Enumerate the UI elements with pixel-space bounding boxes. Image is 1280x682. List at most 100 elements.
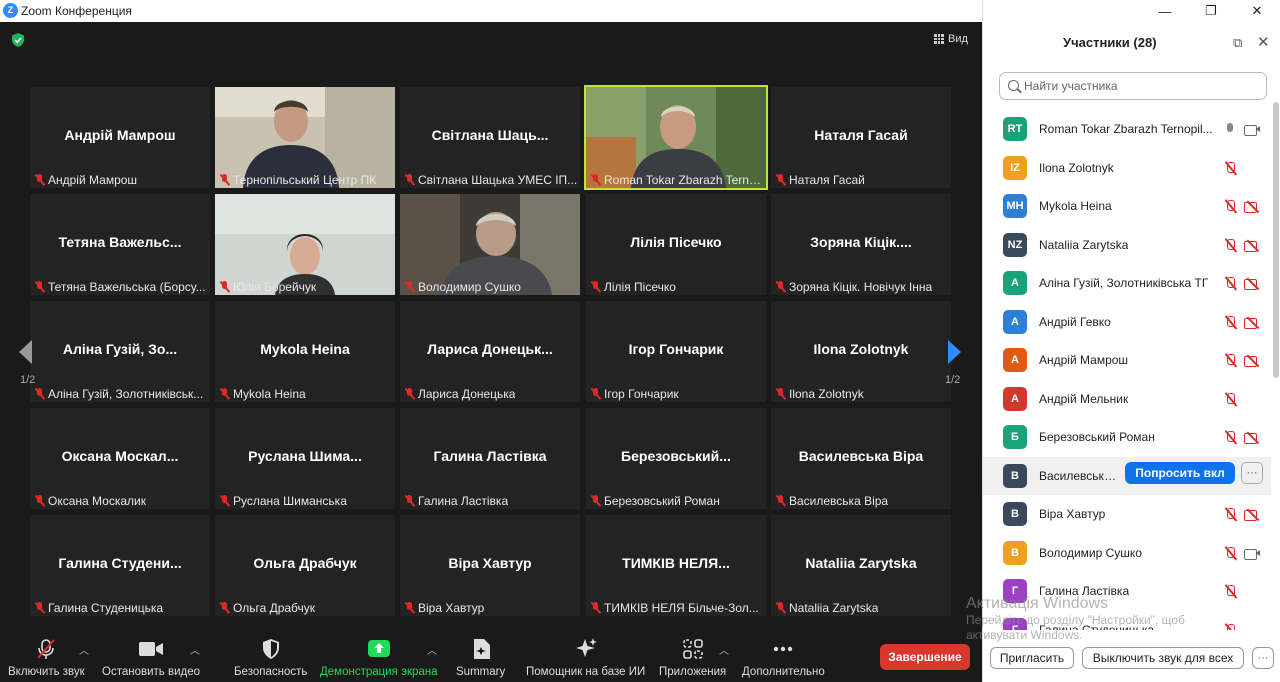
participant-video-tile[interactable]: Ольга Драбчук Ольга Драбчук: [215, 515, 395, 616]
mic-muted-icon[interactable]: [1223, 161, 1237, 175]
participant-video-tile[interactable]: Аліна Гузій, Зо... Аліна Гузій, Золотникі…: [30, 301, 210, 402]
participant-video-tile[interactable]: Володимир Сушко: [400, 194, 580, 295]
mic-muted-icon[interactable]: [1223, 353, 1237, 367]
participant-row[interactable]: Б Березовський Роман: [983, 418, 1271, 456]
security-button[interactable]: Безопасность: [234, 638, 307, 678]
tile-caption: Лілія Пісечко: [590, 279, 676, 294]
panel-more-button[interactable]: ···: [1252, 647, 1274, 669]
video-off-icon: [1244, 354, 1260, 367]
participant-video-tile[interactable]: Тернопільський Центр ПК: [215, 87, 395, 188]
popout-icon[interactable]: ⧉: [1233, 35, 1242, 51]
participant-row[interactable]: IZ Ilona Zolotnyk: [983, 149, 1271, 187]
avatar: А: [1003, 386, 1027, 411]
participant-row[interactable]: RT Roman Tokar Zbarazh Ternopil...: [983, 110, 1271, 148]
video-camera-icon: [1244, 123, 1260, 136]
participant-video-tile[interactable]: Галина Студени... Галина Студеницька: [30, 515, 210, 616]
mic-muted-icon[interactable]: [1223, 546, 1237, 560]
mic-muted-icon: [404, 387, 415, 400]
tile-caption: Nataliia Zarytska: [775, 600, 878, 615]
search-participant-input[interactable]: Найти участника: [999, 72, 1267, 100]
participant-video-tile[interactable]: Руслана Шима... Руслана Шиманська: [215, 408, 395, 509]
participant-row[interactable]: В Василевська ... Попросить вкл ···: [983, 456, 1271, 495]
participant-video-tile[interactable]: Юлія Борейчук: [215, 194, 395, 295]
participant-row[interactable]: А Аліна Гузій, Золотниківська ТГ: [983, 264, 1271, 302]
mic-muted-icon[interactable]: [1223, 199, 1237, 213]
participant-more-button[interactable]: ···: [1241, 461, 1263, 484]
shield-icon[interactable]: [11, 33, 25, 47]
participant-video-tile[interactable]: Зоряна Кіцік.... Зоряна Кіцік. Новічук Ін…: [771, 194, 951, 295]
tile-caption: Світлана Шацька УМЕС ІП...: [404, 172, 577, 187]
tile-caption-name: Ольга Драбчук: [233, 600, 316, 615]
participant-row[interactable]: А Андрій Мамрош: [983, 341, 1271, 379]
watermark-line-2: Перейдіть до розділу "Настройки", щоб: [966, 613, 1185, 627]
tile-caption: Андрій Мамрош: [34, 172, 137, 187]
ai-assistant-button[interactable]: Помощник на базе ИИ: [526, 638, 645, 678]
participant-row[interactable]: А Андрій Мельник: [983, 380, 1271, 418]
participant-row[interactable]: В Віра Хавтур: [983, 495, 1271, 533]
summary-document-icon: [473, 639, 490, 659]
share-screen-button[interactable]: Демонстрация экрана: [320, 638, 438, 678]
ask-to-unmute-button[interactable]: Попросить вкл: [1125, 461, 1235, 484]
end-meeting-button[interactable]: Завершение: [880, 644, 970, 670]
apps-button[interactable]: Приложения: [659, 638, 726, 678]
participant-video-tile[interactable]: Ігор Гончарик Ігор Гончарик: [586, 301, 766, 402]
audio-options-chevron-icon[interactable]: ︿: [79, 642, 89, 657]
participant-video-tile[interactable]: Лілія Пісечко Лілія Пісечко: [586, 194, 766, 295]
participant-video-tile[interactable]: Андрій Мамрош Андрій Мамрош: [30, 87, 210, 188]
mic-muted-icon[interactable]: [1223, 584, 1237, 598]
summary-button[interactable]: Summary: [456, 638, 505, 678]
tile-caption-name: Лариса Донецька: [418, 386, 516, 401]
participants-panel: — ❐ ✕ Участники (28) ⧉ ✕ Найти участника…: [982, 0, 1280, 682]
close-panel-icon[interactable]: ✕: [1257, 33, 1270, 51]
video-options-chevron-icon[interactable]: ︿: [190, 642, 200, 657]
scrollbar[interactable]: [1273, 102, 1279, 378]
tile-caption-name: ТИМКІВ НЕЛЯ Більче-Зол...: [604, 600, 759, 615]
participant-video-tile[interactable]: Roman Tokar Zbarazh Ternopi...: [584, 85, 768, 190]
view-button[interactable]: Вид: [934, 33, 968, 45]
sparkle-icon: [575, 638, 597, 657]
apps-options-chevron-icon[interactable]: ︿: [719, 642, 729, 657]
participant-video-tile[interactable]: Nataliia Zarytska Nataliia Zarytska: [771, 515, 951, 616]
mic-muted-icon[interactable]: [1223, 238, 1237, 252]
tile-display-name: Nataliia Zarytska: [805, 555, 917, 571]
mic-muted-icon[interactable]: [1223, 623, 1237, 630]
participant-video-tile[interactable]: Наталя Гасай Наталя Гасай: [771, 87, 951, 188]
participant-video-tile[interactable]: Галина Ластівка Галина Ластівка: [400, 408, 580, 509]
tile-caption: Березовський Роман: [590, 493, 720, 508]
participant-video-tile[interactable]: Тетяна Важельс... Тетяна Важельська (Борс…: [30, 194, 210, 295]
invite-button[interactable]: Пригласить: [990, 647, 1074, 669]
mic-muted-icon[interactable]: [1223, 276, 1237, 290]
participant-video-tile[interactable]: Ilona Zolotnyk Ilona Zolotnyk: [771, 301, 951, 402]
tile-caption: Галина Студеницька: [34, 600, 163, 615]
minimize-button[interactable]: —: [1142, 0, 1188, 22]
participant-video-tile[interactable]: Оксана Москал... Оксана Москалик: [30, 408, 210, 509]
more-button[interactable]: Дополнительно: [742, 638, 825, 678]
stop-video-button[interactable]: Остановить видео: [102, 638, 200, 678]
participant-video-tile[interactable]: Світлана Шаць... Світлана Шацька УМЕС ІП.…: [400, 87, 580, 188]
participant-row[interactable]: NZ Nataliia Zarytska: [983, 226, 1271, 264]
page-indicator-right: 1/2: [945, 374, 961, 386]
mic-muted-icon[interactable]: [1223, 430, 1237, 444]
mic-muted-icon[interactable]: [1223, 507, 1237, 521]
participant-row[interactable]: В Володимир Сушко: [983, 534, 1271, 572]
mute-all-button[interactable]: Выключить звук для всех: [1082, 647, 1244, 669]
participant-video-tile[interactable]: ТИМКІВ НЕЛЯ... ТИМКІВ НЕЛЯ Більче-Зол...: [586, 515, 766, 616]
window-title: Zoom Конференция: [21, 4, 132, 18]
participant-video-tile[interactable]: Mykola Heina Mykola Heina: [215, 301, 395, 402]
avatar: MH: [1003, 194, 1027, 218]
maximize-button[interactable]: ❐: [1188, 0, 1234, 22]
participant-video-tile[interactable]: Віра Хавтур Віра Хавтур: [400, 515, 580, 616]
participant-row[interactable]: MH Mykola Heina: [983, 187, 1271, 225]
participant-row[interactable]: А Андрій Гевко: [983, 303, 1271, 341]
mic-muted-icon[interactable]: [1223, 315, 1237, 329]
participant-video-tile[interactable]: Василевська Віра Василевська Віра: [771, 408, 951, 509]
avatar: RT: [1003, 117, 1027, 141]
mic-muted-icon[interactable]: [1223, 392, 1237, 406]
mic-muted-icon: [775, 387, 786, 400]
share-options-chevron-icon[interactable]: ︿: [427, 642, 437, 657]
unmute-button[interactable]: Включить звук: [8, 638, 85, 678]
participant-video-tile[interactable]: Березовський... Березовський Роман: [586, 408, 766, 509]
mic-icon[interactable]: [1223, 122, 1237, 136]
participant-video-tile[interactable]: Лариса Донецьк... Лариса Донецька: [400, 301, 580, 402]
close-window-button[interactable]: ✕: [1234, 0, 1280, 22]
